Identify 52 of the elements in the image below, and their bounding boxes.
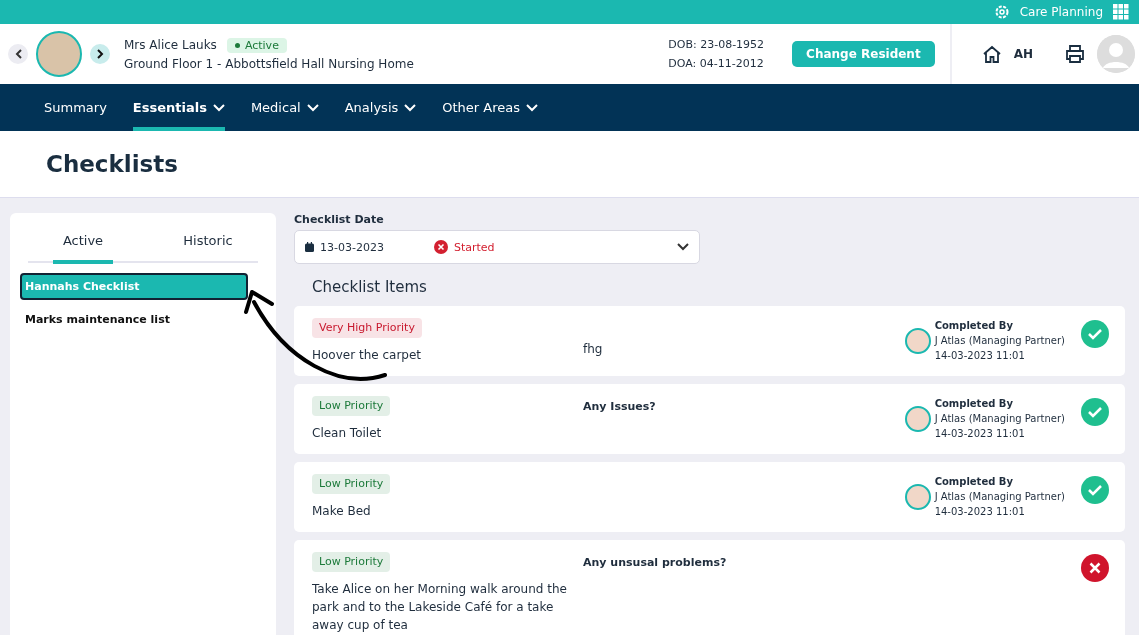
calendar-icon [305,242,314,252]
completed-time: 14-03-2023 11:01 [934,349,1026,363]
nav-tab[interactable]: Medical [250,84,319,131]
question-text: Any unsusal problems? [583,555,728,569]
staff-avatar-icon [904,405,931,432]
status-badge: Active [226,37,287,53]
completed-by-label: Completed By [934,319,1014,333]
date-of-birth: DOB: 23-08-1952 [668,38,765,51]
completed-by-name: J Atlas (Managing Partner) [934,334,1065,348]
priority-tag: Low Priority [312,474,391,494]
completed-by-name: J Atlas (Managing Partner) [934,412,1065,426]
task-text: Take Alice on her Morning walk around the park and to the Lakeside Café for a take away cup of tea [312,581,568,634]
next-button[interactable] [90,44,110,64]
priority-tag: Low Priority [312,396,391,416]
resident-name: Mrs Alice Lauks [124,38,217,52]
error-icon [433,240,448,254]
date-of-admission: DOA: 04-11-2012 [668,57,765,70]
response-text: fhg [583,341,604,356]
list-tab[interactable]: Active [53,223,113,264]
priority-tag: Low Priority [312,552,391,572]
question-text: Any Issues? [583,399,657,413]
priority-tag: Very High Priority [312,318,422,338]
nav-tab[interactable]: Other Areas [442,84,538,131]
task-text: Make Bed [312,503,371,520]
date-select[interactable]: 13-03-2023 Started [294,230,700,264]
task-text: Hoover the carpet [312,347,422,364]
staff-avatar-icon [904,483,931,510]
checklist-item[interactable]: Marks maintenance list [20,306,248,333]
staff-avatar-icon [904,327,931,354]
completed-time: 14-03-2023 11:01 [934,427,1026,441]
field-label: Checklist Date [294,213,385,226]
chevron-left-icon [14,49,22,59]
nav-tab[interactable]: Summary [44,84,107,131]
chevron-down-icon [677,242,689,251]
date-value: 13-03-2023 [320,240,384,254]
completed-by-label: Completed By [934,397,1014,411]
completed-by-name: J Atlas (Managing Partner) [934,490,1065,504]
section-heading: Checklist Items [312,278,428,296]
previous-button[interactable] [8,44,28,64]
resident-location: Ground Floor 1 - Abbottsfield Hall Nursing Home [124,56,414,71]
list-tab[interactable]: Historic [158,223,258,264]
nav-tab[interactable]: Analysis [344,84,417,131]
home-icon[interactable] [981,45,1002,63]
task-text: Clean Toilet [312,425,382,442]
resident-photo-placeholder [36,31,82,77]
chevron-right-icon [96,49,104,59]
completed-by-label: Completed By [934,475,1014,489]
user-initials[interactable]: AH [1013,47,1033,61]
completed-time: 14-03-2023 11:01 [934,505,1026,519]
checklist-status: Started [453,240,495,254]
print-icon[interactable] [1065,45,1085,63]
page-title: Checklists [0,131,1139,198]
